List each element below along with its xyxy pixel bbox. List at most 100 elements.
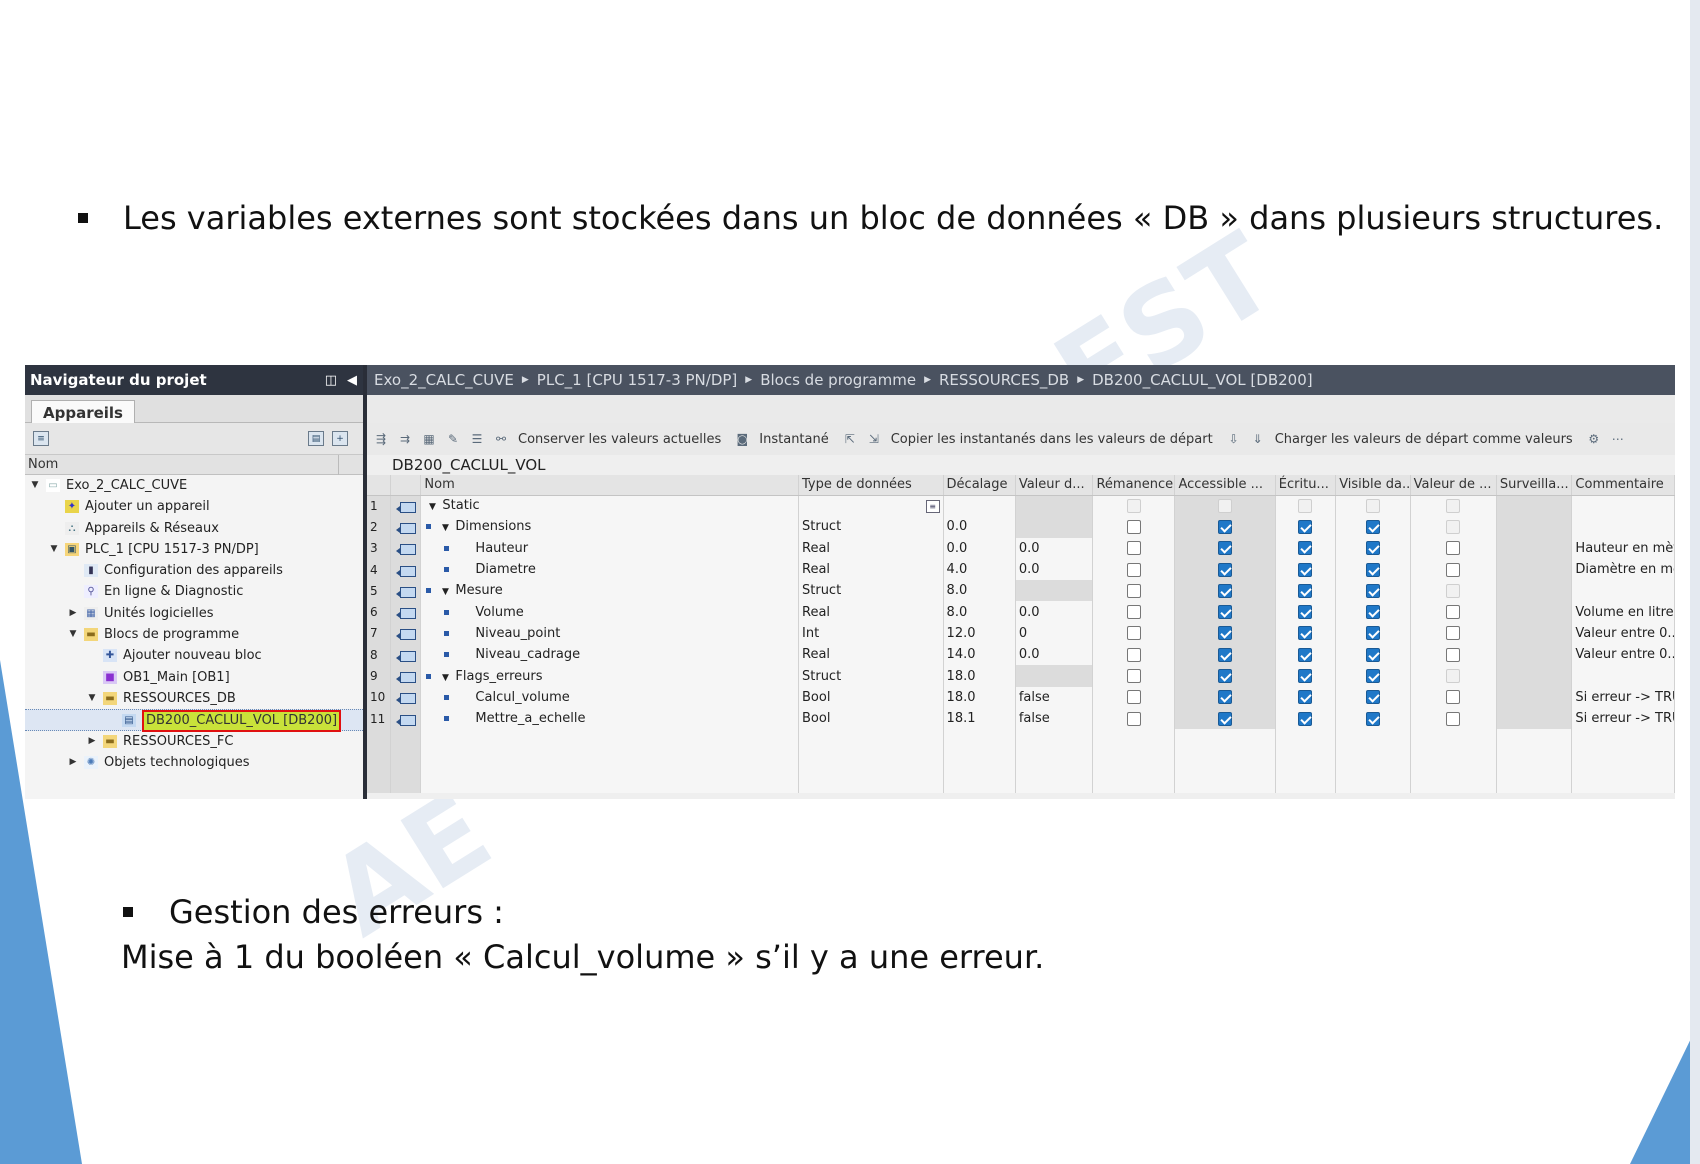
list-icon[interactable]: ≡ bbox=[925, 500, 940, 514]
expand-arrow-icon[interactable]: ▶ bbox=[67, 603, 79, 624]
visible-checkbox[interactable] bbox=[1365, 626, 1380, 641]
comment-cell[interactable] bbox=[1571, 495, 1675, 517]
comment-cell[interactable]: Valeur entre 0...12.0 bbox=[1571, 644, 1675, 666]
writable-checkbox[interactable] bbox=[1298, 605, 1313, 620]
retain-checkbox[interactable] bbox=[1126, 690, 1141, 705]
setpoint-checkbox[interactable] bbox=[1446, 562, 1461, 577]
breadcrumb-item[interactable]: Blocs de programme bbox=[760, 371, 916, 389]
comment-cell[interactable]: Si erreur -> TRUE bbox=[1571, 686, 1675, 708]
table-row[interactable]: 3HauteurReal0.00.0Hauteur en mètre bbox=[367, 537, 1675, 559]
datatype-cell[interactable]: Real bbox=[798, 644, 944, 666]
setpoint-checkbox[interactable] bbox=[1446, 669, 1461, 684]
empty-row[interactable] bbox=[367, 750, 1675, 772]
supervision-cell[interactable] bbox=[1496, 495, 1573, 517]
overview-icon[interactable]: ▤ bbox=[308, 431, 324, 446]
tree-item[interactable]: ▼ ▣ PLC_1 [CPU 1517-3 PN/DP] bbox=[25, 539, 363, 560]
writable-checkbox[interactable] bbox=[1298, 647, 1313, 662]
retain-checkbox[interactable] bbox=[1126, 519, 1141, 534]
supervision-cell[interactable] bbox=[1496, 707, 1573, 730]
column-header[interactable]: Nom bbox=[420, 475, 799, 496]
start-value-cell[interactable]: false bbox=[1015, 686, 1094, 708]
keep-values-button[interactable]: Conserver les valeurs actuelles bbox=[516, 432, 727, 447]
datatype-cell[interactable]: Struct bbox=[798, 665, 944, 687]
visible-checkbox[interactable] bbox=[1365, 562, 1380, 577]
writable-checkbox[interactable] bbox=[1298, 498, 1313, 513]
copy-snapshots-button[interactable]: Copier les instantanés dans les valeurs … bbox=[889, 432, 1219, 447]
name-cell[interactable]: Hauteur bbox=[420, 537, 799, 559]
tree-item[interactable]: ⛬ Appareils & Réseaux bbox=[25, 518, 363, 539]
pin-icon[interactable]: ◫ bbox=[325, 373, 337, 388]
table-row[interactable]: 10 Calcul_volume Bool 18.0 false Si erreur ->… bbox=[367, 686, 1675, 708]
comment-cell[interactable]: Si erreur -> TRUE bbox=[1571, 707, 1675, 730]
supervision-cell[interactable] bbox=[1496, 537, 1573, 559]
table-row[interactable]: 2 ▼ Dimensions Struct 0.0 bbox=[367, 516, 1675, 538]
name-cell[interactable]: Mettre_a_echelle bbox=[420, 707, 799, 730]
writable-checkbox[interactable] bbox=[1298, 626, 1313, 641]
column-header[interactable]: Rémanence bbox=[1092, 475, 1176, 496]
name-cell[interactable]: ▼ Mesure bbox=[420, 580, 799, 602]
load-2-icon[interactable]: ⇓ bbox=[1249, 431, 1267, 447]
tree-item[interactable]: ▶ ▦ Unités logicielles bbox=[25, 603, 363, 624]
comment-cell[interactable]: Diamètre en mètre bbox=[1571, 558, 1675, 581]
comment-cell[interactable] bbox=[1571, 516, 1675, 538]
breadcrumb-item[interactable]: PLC_1 [CPU 1517-3 PN/DP] bbox=[537, 371, 737, 389]
retain-checkbox[interactable] bbox=[1126, 626, 1141, 641]
table-row[interactable]: 1 ▼ Static ≡ bbox=[367, 495, 1675, 517]
visible-checkbox[interactable] bbox=[1365, 605, 1380, 620]
collapse-arrow-icon[interactable]: ▼ bbox=[426, 502, 438, 512]
column-header[interactable]: Décalage bbox=[943, 475, 1016, 496]
setpoint-checkbox[interactable] bbox=[1446, 626, 1461, 641]
name-cell[interactable]: Diametre bbox=[420, 558, 799, 581]
setpoint-checkbox[interactable] bbox=[1446, 647, 1461, 662]
start-value-cell[interactable] bbox=[1015, 665, 1094, 687]
name-cell[interactable]: ▼ Static bbox=[420, 495, 799, 517]
tree-item[interactable]: ▶ ✺ Objets technologiques bbox=[25, 752, 363, 773]
collapse-left-icon[interactable]: ◀ bbox=[347, 373, 357, 388]
writable-checkbox[interactable] bbox=[1298, 562, 1313, 577]
start-value-cell[interactable] bbox=[1015, 516, 1094, 538]
writable-checkbox[interactable] bbox=[1298, 583, 1313, 598]
tree-item[interactable]: ▼ ▭ Exo_2_CALC_CUVE bbox=[25, 475, 363, 496]
collapse-arrow-icon[interactable]: ▼ bbox=[67, 624, 79, 645]
expand-icon[interactable]: ▦ bbox=[420, 431, 438, 447]
start-value-cell[interactable] bbox=[1015, 580, 1094, 602]
collapse-arrow-icon[interactable]: ▼ bbox=[439, 587, 451, 597]
visible-checkbox[interactable] bbox=[1365, 519, 1380, 534]
comment-cell[interactable] bbox=[1571, 665, 1675, 687]
supervision-cell[interactable] bbox=[1496, 686, 1573, 708]
tree-item[interactable]: ▮ Configuration des appareils bbox=[25, 560, 363, 581]
copy-snapshot-2-icon[interactable]: ⇲ bbox=[865, 431, 883, 447]
datatype-cell[interactable]: Struct bbox=[798, 580, 944, 602]
expand-arrow-icon[interactable]: ▶ bbox=[86, 731, 98, 752]
datatype-cell[interactable]: Real bbox=[798, 558, 944, 581]
setpoint-checkbox[interactable] bbox=[1446, 690, 1461, 705]
more-icon[interactable]: ⋯ bbox=[1609, 431, 1627, 447]
settings-icon[interactable]: ⚙ bbox=[1585, 431, 1603, 447]
accessible-checkbox[interactable] bbox=[1218, 690, 1233, 705]
tree-item[interactable]: ⚲ En ligne & Diagnostic bbox=[25, 581, 363, 602]
datatype-cell[interactable]: Bool bbox=[798, 686, 944, 708]
comment-cell[interactable] bbox=[1571, 580, 1675, 602]
breadcrumb-item[interactable]: DB200_CACLUL_VOL [DB200] bbox=[1092, 371, 1312, 389]
column-header[interactable]: Type de données bbox=[798, 475, 944, 496]
tree-item[interactable]: ▼ ▬ RESSOURCES_DB bbox=[25, 688, 363, 709]
retain-checkbox[interactable] bbox=[1126, 647, 1141, 662]
tree-item[interactable]: ▼ ▬ Blocs de programme bbox=[25, 624, 363, 645]
collapse-arrow-icon[interactable]: ▼ bbox=[439, 673, 451, 683]
accessible-checkbox[interactable] bbox=[1218, 583, 1233, 598]
writable-checkbox[interactable] bbox=[1298, 711, 1313, 726]
table-row[interactable]: 7 Niveau_point Int12.00 Valeur entre 0...27… bbox=[367, 622, 1675, 645]
accessible-checkbox[interactable] bbox=[1218, 711, 1233, 726]
supervision-cell[interactable] bbox=[1496, 516, 1573, 538]
column-header[interactable]: Valeur de ... bbox=[1410, 475, 1497, 496]
breadcrumb-item[interactable]: Exo_2_CALC_CUVE bbox=[374, 371, 514, 389]
visible-checkbox[interactable] bbox=[1365, 583, 1380, 598]
accessible-checkbox[interactable] bbox=[1218, 541, 1233, 556]
collapse-arrow-icon[interactable]: ▼ bbox=[29, 475, 41, 496]
visible-checkbox[interactable] bbox=[1365, 541, 1380, 556]
comment-cell[interactable]: Hauteur en mètre bbox=[1571, 537, 1675, 559]
writable-checkbox[interactable] bbox=[1298, 669, 1313, 684]
tree-item[interactable]: ■ OB1_Main [OB1] bbox=[25, 667, 363, 688]
column-header[interactable]: Accessible ... bbox=[1174, 475, 1276, 496]
column-header[interactable]: Surveilla... bbox=[1496, 475, 1573, 496]
